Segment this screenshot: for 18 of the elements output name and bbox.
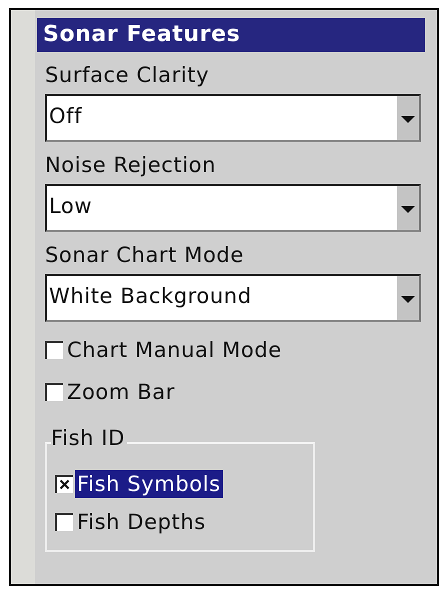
checkbox-label[interactable]: Zoom Bar — [65, 378, 177, 406]
caret-icon — [397, 186, 419, 230]
checkbox[interactable] — [45, 341, 63, 359]
checkbox[interactable] — [55, 475, 73, 493]
caret-icon — [397, 276, 419, 320]
checkbox[interactable] — [55, 513, 73, 531]
checkbox[interactable] — [45, 383, 63, 401]
field-label: Sonar Chart Mode — [45, 242, 244, 269]
checkbox-label[interactable]: Fish Depths — [75, 508, 208, 536]
dropdown[interactable]: Low — [45, 184, 421, 232]
dropdown[interactable]: White Background — [45, 274, 421, 322]
checkbox-label[interactable]: Chart Manual Mode — [65, 336, 284, 364]
field-label: Noise Rejection — [45, 152, 216, 179]
checkbox-label[interactable]: Fish Symbols — [75, 470, 223, 498]
dropdown[interactable]: Off — [45, 94, 421, 142]
field-label: Surface Clarity — [45, 62, 210, 89]
caret-icon — [397, 96, 419, 140]
dialog-title: Sonar Features — [37, 18, 425, 52]
